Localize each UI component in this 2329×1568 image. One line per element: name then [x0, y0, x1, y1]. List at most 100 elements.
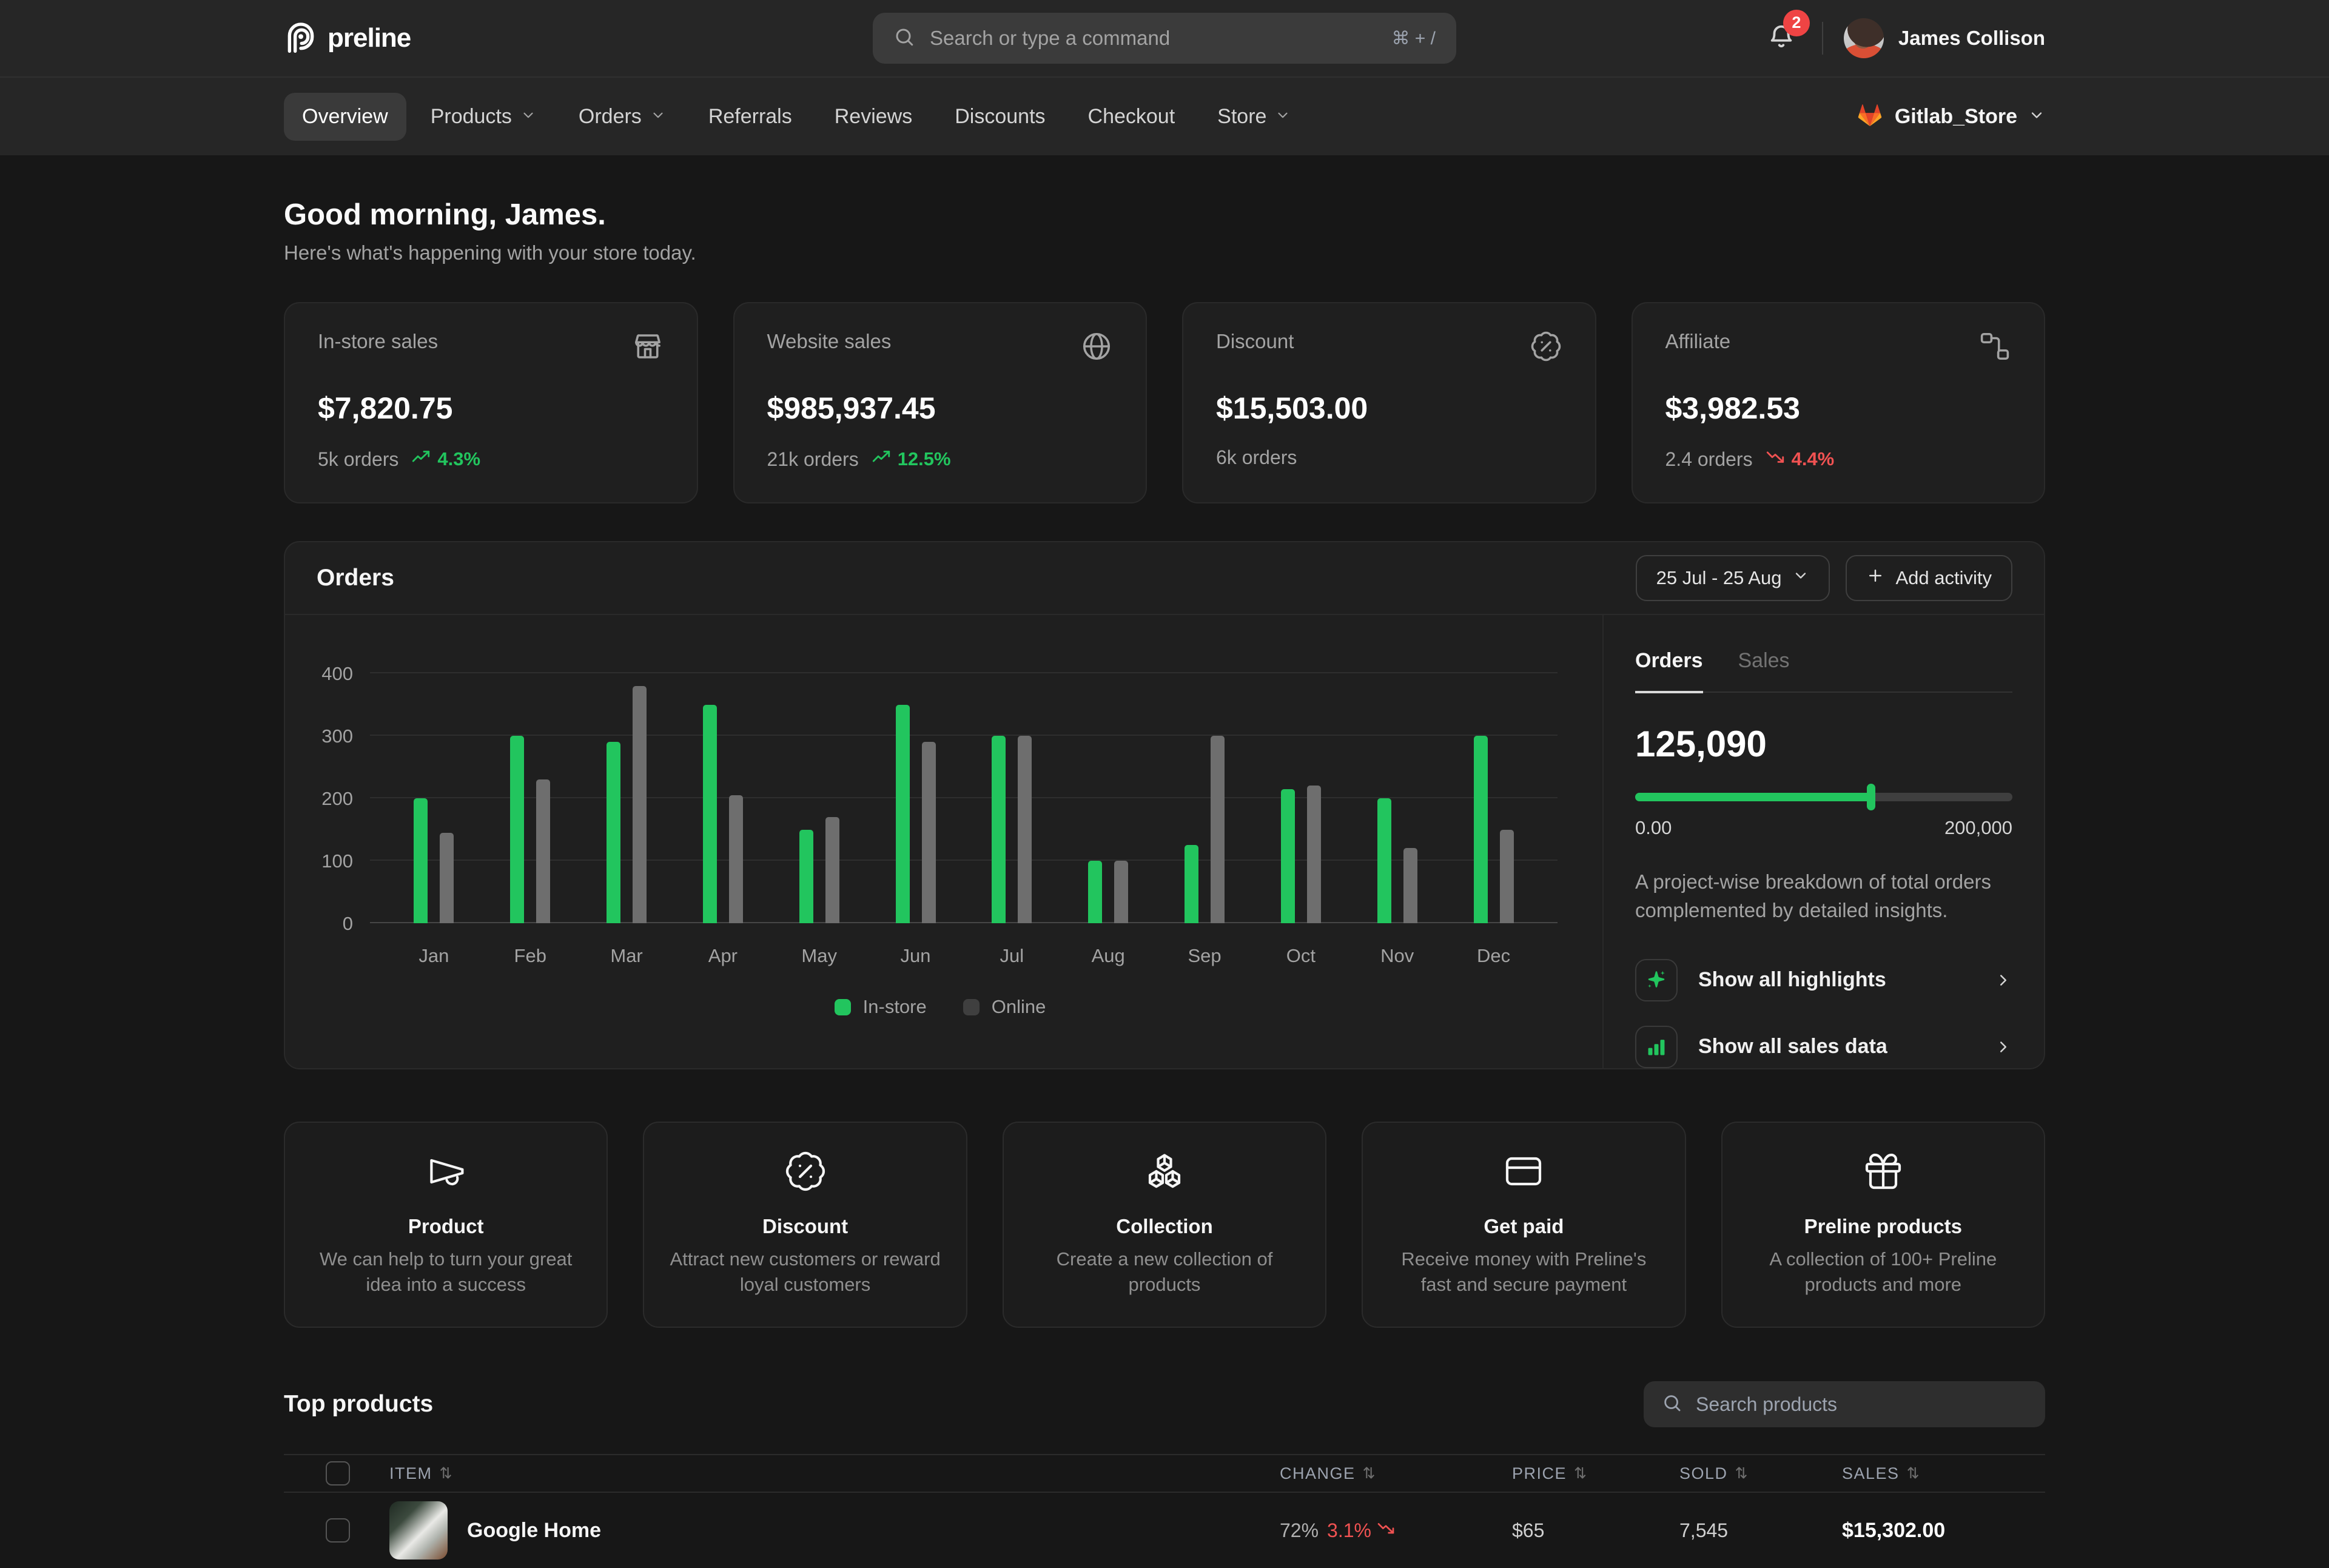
nav-item-overview[interactable]: Overview	[284, 93, 406, 141]
boxes-icon	[1028, 1149, 1301, 1193]
stat-orders: 21k orders	[767, 448, 859, 471]
change-value: 72%	[1280, 1519, 1319, 1542]
select-all-checkbox[interactable]	[326, 1461, 350, 1486]
tab-orders[interactable]: Orders	[1635, 649, 1703, 693]
online-bar	[1211, 736, 1225, 923]
slider-min-label: 0.00	[1635, 817, 1672, 839]
feature-card-collection[interactable]: Collection Create a new collection of pr…	[1003, 1122, 1326, 1328]
legend-item-online: Online	[963, 996, 1046, 1018]
nav-item-products[interactable]: Products	[412, 93, 554, 141]
user-name: James Collison	[1898, 27, 2045, 50]
table-row[interactable]: Google Home 72% 3.1% $65 7,545 $15,302.0…	[284, 1493, 2045, 1568]
sort-icon[interactable]: ⇅	[1363, 1464, 1376, 1482]
nav-item-checkout[interactable]: Checkout	[1070, 93, 1194, 141]
nav-item-reviews[interactable]: Reviews	[816, 93, 930, 141]
global-search[interactable]: ⌘ + /	[873, 13, 1456, 64]
discount-badge-icon	[1530, 330, 1562, 368]
stat-card-discount[interactable]: Discount $15,503.00 6k orders	[1182, 302, 1596, 503]
bar-chart-icon	[1635, 1026, 1678, 1068]
y-tick-label: 400	[317, 663, 353, 685]
orders-bar-chart: 0100200300400 JanFebMarAprMayJunJulAugSe…	[285, 615, 1602, 1068]
x-tick-label: Jun	[901, 945, 931, 967]
show-all-highlights-link[interactable]: Show all highlights	[1635, 959, 2012, 1001]
store-switcher[interactable]: Gitlab_Store	[1856, 101, 2045, 132]
trending-down-icon	[1765, 446, 1786, 472]
bar-group-apr: Apr	[703, 673, 743, 923]
stat-amount: $15,503.00	[1216, 391, 1562, 426]
products-search-input[interactable]	[1696, 1393, 2027, 1416]
store-switcher-label: Gitlab_Store	[1895, 105, 2017, 129]
column-price[interactable]: PRICE	[1512, 1464, 1567, 1483]
store-icon	[631, 330, 664, 368]
column-item[interactable]: ITEM	[389, 1464, 432, 1483]
in-store-bar	[1088, 861, 1102, 923]
stat-card-in-store-sales[interactable]: In-store sales $7,820.75 5k orders 4.3%	[284, 302, 698, 503]
x-tick-label: Jan	[418, 945, 449, 967]
x-tick-label: Sep	[1188, 945, 1221, 967]
feature-card-get-paid[interactable]: Get paid Receive money with Preline's fa…	[1362, 1122, 1685, 1328]
in-store-bar	[992, 736, 1006, 923]
add-activity-button[interactable]: Add activity	[1846, 555, 2012, 601]
orders-slider-thumb[interactable]	[1867, 784, 1875, 810]
sort-icon[interactable]: ⇅	[1907, 1464, 1920, 1482]
stat-label: Affiliate	[1665, 330, 1731, 353]
stat-card-website-sales[interactable]: Website sales $985,937.45 21k orders 12.…	[733, 302, 1148, 503]
online-bar	[536, 779, 550, 923]
online-bar	[922, 742, 936, 923]
in-store-bar	[799, 830, 813, 924]
bar-group-sep: Sep	[1185, 673, 1225, 923]
account-menu[interactable]: James Collison	[1844, 18, 2045, 58]
orders-slider[interactable]	[1635, 793, 2012, 801]
chevron-right-icon	[1994, 1038, 2012, 1056]
sort-icon[interactable]: ⇅	[1735, 1464, 1749, 1482]
nav-item-referrals[interactable]: Referrals	[690, 93, 810, 141]
trend-down: 4.4%	[1765, 446, 1835, 472]
sort-icon[interactable]: ⇅	[440, 1464, 453, 1482]
stat-label: Website sales	[767, 330, 892, 353]
nav-label: Products	[431, 105, 512, 129]
feature-card-discount[interactable]: Discount Attract new customers or reward…	[643, 1122, 967, 1328]
stat-amount: $985,937.45	[767, 391, 1114, 426]
x-tick-label: May	[801, 945, 837, 967]
column-sales[interactable]: SALES	[1842, 1464, 1900, 1483]
tab-sales[interactable]: Sales	[1738, 649, 1790, 693]
nav-item-orders[interactable]: Orders	[560, 93, 684, 141]
nav-label: Discounts	[955, 105, 1045, 129]
table-header-row: ITEM ⇅ CHANGE ⇅ PRICE ⇅ SOLD ⇅ SALES ⇅	[284, 1454, 2045, 1493]
slider-max-label: 200,000	[1944, 817, 2012, 839]
orders-slider-fill	[1635, 793, 1871, 801]
y-tick-label: 100	[317, 850, 353, 872]
chevron-down-icon	[1792, 567, 1809, 589]
column-sold[interactable]: SOLD	[1679, 1464, 1728, 1483]
avatar[interactable]	[1844, 18, 1884, 58]
show-all-sales-data-link[interactable]: Show all sales data	[1635, 1026, 2012, 1068]
products-search[interactable]	[1644, 1381, 2045, 1427]
feature-description: A collection of 100+ Preline products an…	[1747, 1247, 2020, 1297]
column-change[interactable]: CHANGE	[1280, 1464, 1356, 1483]
orders-panel: Orders 25 Jul - 25 Aug Add activity 0100…	[284, 541, 2045, 1069]
top-products-section: Top products ITEM ⇅	[284, 1381, 2045, 1568]
search-icon	[1662, 1393, 1682, 1416]
add-activity-label: Add activity	[1895, 567, 1992, 589]
row-checkbox[interactable]	[326, 1518, 350, 1543]
bar-group-jan: Jan	[414, 673, 454, 923]
feature-card-preline-products[interactable]: Preline products A collection of 100+ Pr…	[1721, 1122, 2045, 1328]
stat-card-affiliate[interactable]: Affiliate $3,982.53 2.4 orders 4.4%	[1632, 302, 2046, 503]
bar-group-dec: Dec	[1474, 673, 1514, 923]
global-search-input[interactable]	[930, 27, 1377, 50]
notifications-button[interactable]: 2	[1761, 19, 1801, 58]
feature-title: Get paid	[1387, 1215, 1660, 1238]
x-tick-label: Feb	[514, 945, 546, 967]
online-bar	[729, 795, 743, 923]
orders-total: 125,090	[1635, 723, 2012, 765]
sort-icon[interactable]: ⇅	[1574, 1464, 1587, 1482]
feature-card-product[interactable]: Product We can help to turn your great i…	[284, 1122, 608, 1328]
x-tick-label: Nov	[1380, 945, 1414, 967]
stat-amount: $7,820.75	[318, 391, 664, 426]
nav-item-store[interactable]: Store	[1199, 93, 1309, 141]
nav-item-discounts[interactable]: Discounts	[936, 93, 1063, 141]
preline-logo[interactable]: preline	[284, 20, 411, 57]
legend-item-in-store: In-store	[835, 996, 927, 1018]
logo-text: preline	[328, 23, 411, 53]
date-range-button[interactable]: 25 Jul - 25 Aug	[1636, 555, 1830, 601]
